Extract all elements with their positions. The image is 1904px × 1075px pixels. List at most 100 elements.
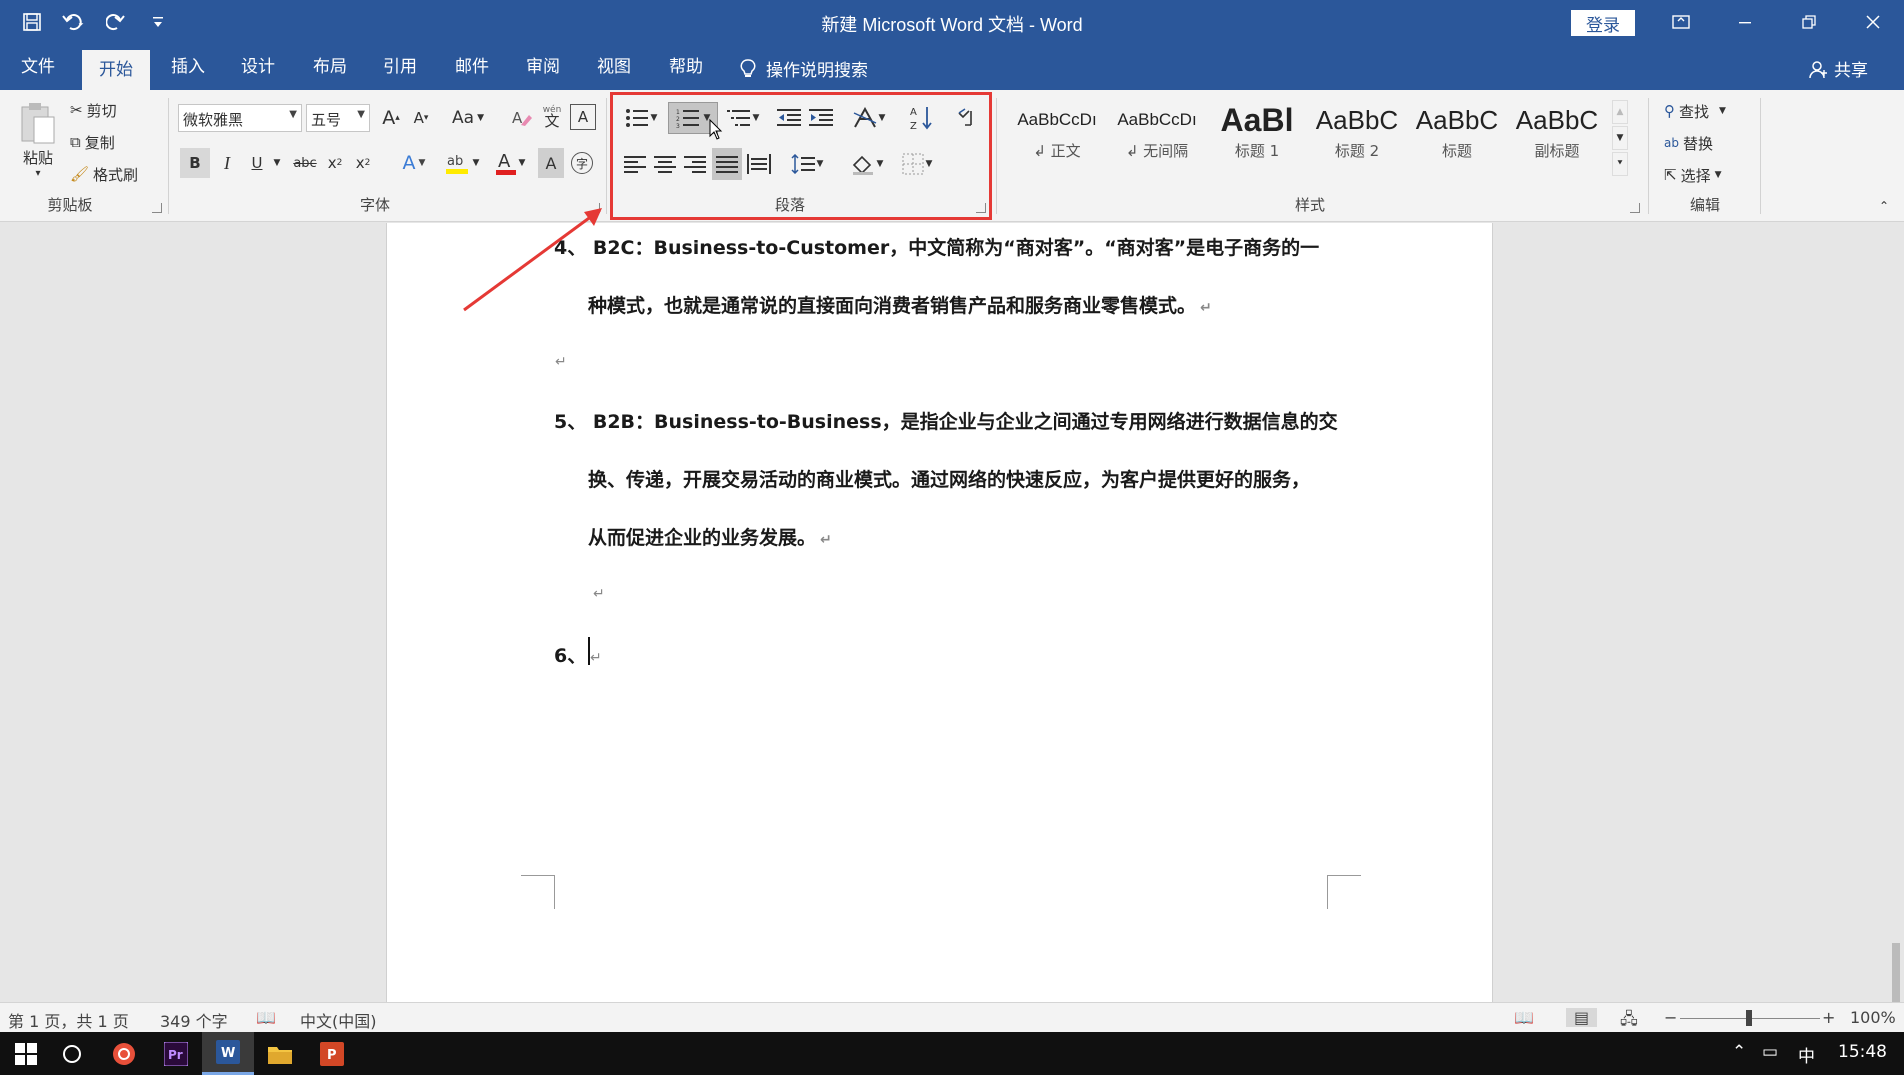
zoom-level[interactable]: 100% [1850, 1008, 1896, 1027]
word-taskbar-icon[interactable]: W [202, 1032, 254, 1075]
show-formatting-marks-icon[interactable] [952, 102, 982, 134]
tell-me-search[interactable]: 操作说明搜索 [740, 56, 868, 81]
superscript-icon[interactable]: x2 [350, 148, 376, 178]
paste-icon[interactable] [14, 98, 62, 148]
tab-help[interactable]: 帮助 [656, 44, 716, 90]
bullets-icon[interactable]: ▼ [620, 104, 662, 132]
ribbon-display-options-icon[interactable] [1650, 0, 1712, 44]
zoom-out-icon[interactable]: − [1664, 1008, 1677, 1027]
styles-scroll-up-icon[interactable]: ▲ [1612, 100, 1628, 124]
print-layout-icon[interactable]: ▤ [1566, 1008, 1598, 1027]
align-center-icon[interactable] [650, 150, 680, 178]
line-spacing-icon[interactable]: ▼ [786, 150, 828, 178]
text-effects-icon[interactable]: A ▼ [394, 148, 434, 178]
paragraph-launcher-icon[interactable] [976, 203, 986, 213]
shrink-font-icon[interactable]: A ▾ [408, 104, 434, 132]
copy-button[interactable]: ⧉ 复制 [70, 130, 115, 154]
paste-button[interactable]: 粘贴 [14, 146, 62, 168]
underline-dropdown-icon[interactable]: ▼ [270, 148, 284, 178]
redo-icon[interactable] [102, 8, 130, 36]
character-shading-icon[interactable]: A [538, 148, 564, 178]
character-border-icon[interactable]: A [570, 104, 596, 130]
tab-references[interactable]: 引用 [370, 44, 430, 90]
style-normal[interactable]: AaBbCcDı ↲ 正文 [1008, 100, 1106, 176]
borders-icon[interactable]: ▼ [896, 150, 938, 178]
minimize-icon[interactable] [1714, 0, 1776, 44]
premiere-icon[interactable]: Pr [150, 1032, 202, 1075]
tab-design[interactable]: 设计 [228, 44, 288, 90]
align-right-icon[interactable] [680, 150, 710, 178]
login-button[interactable]: 登录 [1571, 10, 1635, 36]
collapse-ribbon-icon[interactable]: ⌃ [1874, 198, 1894, 214]
increase-indent-icon[interactable] [806, 104, 836, 132]
distributed-icon[interactable] [744, 150, 774, 178]
strikethrough-icon[interactable]: abc [290, 148, 320, 178]
styles-more-icon[interactable]: ⯆ [1612, 152, 1628, 176]
restore-icon[interactable] [1778, 0, 1840, 44]
phonetic-guide-icon[interactable]: wén 文 [538, 102, 566, 130]
justify-icon[interactable] [712, 148, 742, 180]
style-heading-2[interactable]: AaBbC 标题 2 [1308, 100, 1406, 176]
enclose-characters-icon[interactable]: 字 [568, 148, 596, 178]
font-name-combo[interactable]: 微软雅黑 ▼ [178, 104, 302, 132]
app-icon-red[interactable] [98, 1032, 150, 1075]
vertical-scrollbar[interactable] [1892, 943, 1900, 1003]
styles-launcher-icon[interactable] [1630, 203, 1640, 213]
underline-icon[interactable]: U [244, 148, 270, 178]
bold-icon[interactable]: B [180, 148, 210, 178]
subscript-icon[interactable]: x2 [322, 148, 348, 178]
grow-font-icon[interactable]: A ▴ [378, 104, 404, 132]
ime-indicator[interactable]: 中 [1798, 1042, 1815, 1067]
proofing-icon[interactable]: 📖 [256, 1008, 276, 1027]
close-icon[interactable] [1842, 0, 1904, 44]
multilevel-list-icon[interactable]: ▼ [722, 104, 764, 132]
page-count[interactable]: 第 1 页，共 1 页 [8, 1008, 129, 1032]
windows-start-icon[interactable] [0, 1032, 52, 1075]
clear-formatting-icon[interactable]: A [508, 104, 536, 132]
find-button[interactable]: ⚲ 查找 ▼ [1664, 98, 1726, 124]
word-count[interactable]: 349 个字 [160, 1008, 228, 1032]
zoom-slider-thumb[interactable] [1746, 1010, 1752, 1026]
italic-icon[interactable]: I [214, 148, 240, 178]
read-mode-icon[interactable]: 📖 [1514, 1008, 1534, 1027]
language-status[interactable]: 中文(中国) [300, 1008, 377, 1032]
file-explorer-icon[interactable] [254, 1032, 306, 1075]
tab-insert[interactable]: 插入 [158, 44, 218, 90]
notification-icon[interactable]: ▭ [1762, 1042, 1778, 1062]
tab-view[interactable]: 视图 [584, 44, 644, 90]
paste-dropdown-icon[interactable]: ▾ [28, 166, 48, 180]
tab-layout[interactable]: 布局 [300, 44, 360, 90]
tab-file[interactable]: 文件 [8, 44, 68, 90]
customize-qat-icon[interactable] [144, 8, 172, 36]
undo-icon[interactable] [60, 8, 88, 36]
highlight-color-icon[interactable]: ab ▼ [440, 148, 484, 178]
clock[interactable]: 15:48 [1838, 1042, 1887, 1062]
document-page[interactable]: 4、 B2C：Business-to-Customer，中文简称为“商对客”。“… [386, 223, 1493, 1003]
powerpoint-icon[interactable]: P [306, 1032, 358, 1075]
shading-icon[interactable]: ▼ [846, 150, 888, 178]
clipboard-launcher-icon[interactable] [152, 203, 162, 213]
tab-review[interactable]: 审阅 [513, 44, 573, 90]
format-painter-button[interactable]: 🖌 格式刷 [70, 162, 138, 186]
replace-button[interactable]: ab 替换 [1664, 130, 1713, 156]
change-case-button[interactable]: Aa ▼ [446, 104, 490, 132]
select-button[interactable]: ⇱ 选择 ▼ [1664, 162, 1722, 188]
chinese-layout-icon[interactable]: ▼ [848, 104, 890, 132]
style-no-spacing[interactable]: AaBbCcDı ↲ 无间隔 [1108, 100, 1206, 176]
font-color-icon[interactable]: A ▼ [490, 148, 530, 178]
align-left-icon[interactable] [620, 150, 650, 178]
share-button[interactable]: 共享 [1808, 56, 1868, 81]
style-subtitle[interactable]: AaBbC 副标题 [1508, 100, 1606, 176]
web-layout-icon[interactable]: 🖧 [1620, 1008, 1638, 1035]
cortana-search-icon[interactable] [46, 1032, 98, 1075]
decrease-indent-icon[interactable] [774, 104, 804, 132]
save-icon[interactable] [18, 8, 46, 36]
font-size-combo[interactable]: 五号 ▼ [306, 104, 370, 132]
zoom-in-icon[interactable]: + [1822, 1008, 1835, 1027]
styles-scroll-down-icon[interactable]: ▼ [1612, 126, 1628, 150]
style-title[interactable]: AaBbC 标题 [1408, 100, 1506, 176]
tab-mailings[interactable]: 邮件 [442, 44, 502, 90]
cut-button[interactable]: ✂ 剪切 [70, 98, 117, 122]
style-heading-1[interactable]: AaBl 标题 1 [1208, 100, 1306, 176]
sort-icon[interactable]: AZ [906, 102, 938, 134]
